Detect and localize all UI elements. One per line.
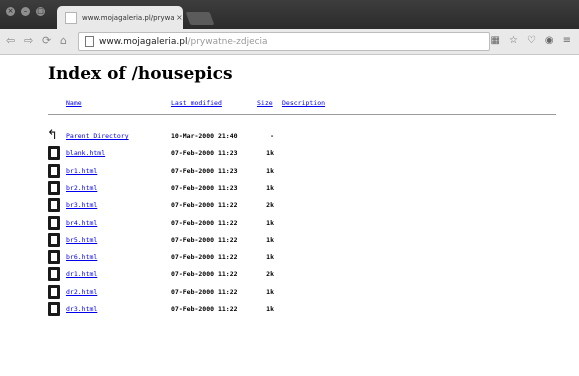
- file-link[interactable]: br1.html: [66, 167, 97, 175]
- extension-grid-icon[interactable]: ▦: [490, 34, 499, 48]
- modified-date: 07-Feb-2000 11:22: [171, 218, 238, 227]
- file-icon: [48, 198, 60, 213]
- file-link[interactable]: blank.html: [66, 149, 105, 157]
- forward-button[interactable]: ⇨: [24, 34, 33, 48]
- file-link[interactable]: br2.html: [66, 184, 97, 192]
- table-row: ↰ Parent Directory 10-Mar-2000 21:40 -: [0, 129, 579, 146]
- file-size: 1k: [266, 218, 274, 227]
- window-controls: × – □: [6, 7, 45, 16]
- home-button[interactable]: ⌂: [60, 34, 67, 48]
- browser-window: × – □ www.mojagaleria.pl/prywa × ⇦ ⇨ ⟳ ⌂…: [0, 0, 579, 376]
- file-icon: [48, 267, 60, 282]
- modified-date: 07-Feb-2000 11:22: [171, 235, 238, 244]
- menu-icon[interactable]: ≡: [563, 34, 571, 48]
- back-button[interactable]: ⇦: [6, 34, 15, 48]
- favicon-icon: [65, 11, 77, 24]
- file-link[interactable]: br4.html: [66, 219, 97, 227]
- file-size: 1k: [266, 183, 274, 192]
- column-header-name[interactable]: Name: [66, 99, 82, 107]
- modified-date: 07-Feb-2000 11:22: [171, 270, 238, 279]
- file-link[interactable]: br3.html: [66, 201, 97, 209]
- modified-date: 07-Feb-2000 11:22: [171, 253, 238, 262]
- minimize-window-button[interactable]: –: [21, 7, 30, 16]
- address-bar[interactable]: www.mojagaleria.pl /prywatne-zdjecia: [78, 32, 490, 51]
- table-row: br2.html 07-Feb-2000 11:23 1k: [0, 180, 579, 198]
- bookmark-star-icon[interactable]: ☆: [509, 34, 518, 48]
- table-row: br5.html 07-Feb-2000 11:22 1k: [0, 232, 579, 250]
- file-link[interactable]: Parent Directory: [66, 132, 129, 140]
- file-size: 1k: [266, 149, 274, 158]
- file-size: 1k: [266, 235, 274, 244]
- extension-icons: ▦ ☆ ♡ ◉ ≡: [490, 34, 571, 48]
- column-header-description[interactable]: Description: [282, 99, 325, 107]
- file-icon: [48, 163, 60, 178]
- url-domain: www.mojagaleria.pl: [99, 36, 188, 47]
- table-row: dr2.html 07-Feb-2000 11:22 1k: [0, 284, 579, 302]
- column-header-size[interactable]: Size: [257, 99, 273, 107]
- file-icon: [48, 250, 60, 265]
- modified-date: 07-Feb-2000 11:22: [171, 201, 238, 210]
- header-divider: [48, 114, 556, 115]
- tab-close-button[interactable]: ×: [176, 13, 183, 22]
- file-icon: [48, 232, 60, 247]
- back-icon: ↰: [47, 128, 58, 143]
- table-row: br1.html 07-Feb-2000 11:23 1k: [0, 163, 579, 181]
- reload-button[interactable]: ⟳: [42, 34, 51, 48]
- file-size: 1k: [266, 287, 274, 296]
- page-icon: [85, 36, 94, 47]
- file-icon: [48, 302, 60, 316]
- extension-shield-icon[interactable]: ♡: [527, 34, 536, 48]
- file-link[interactable]: dr2.html: [66, 288, 97, 296]
- close-window-button[interactable]: ×: [6, 7, 15, 16]
- browser-tab[interactable]: www.mojagaleria.pl/prywa ×: [57, 6, 183, 29]
- file-size: 1k: [266, 166, 274, 175]
- title-bar: × – □ www.mojagaleria.pl/prywa ×: [0, 0, 579, 29]
- browser-toolbar: ⇦ ⇨ ⟳ ⌂ www.mojagaleria.pl /prywatne-zdj…: [0, 29, 579, 55]
- page-content: Index of /housepics Name Last modified S…: [0, 55, 579, 376]
- table-row: blank.html 07-Feb-2000 11:23 1k: [0, 146, 579, 163]
- file-size: 1k: [266, 305, 274, 313]
- file-icon: [48, 146, 60, 161]
- url-path: /prywatne-zdjecia: [187, 36, 268, 47]
- file-icon: [48, 215, 60, 230]
- modified-date: 07-Feb-2000 11:22: [171, 287, 238, 296]
- table-row: dr3.html 07-Feb-2000 11:22 1k: [0, 302, 579, 319]
- file-icon: [48, 180, 60, 195]
- modified-date: 10-Mar-2000 21:40: [171, 132, 238, 140]
- file-link[interactable]: br5.html: [66, 236, 97, 244]
- column-header-modified[interactable]: Last modified: [171, 99, 222, 107]
- modified-date: 07-Feb-2000 11:23: [171, 149, 238, 158]
- page-title: Index of /housepics: [48, 64, 233, 84]
- maximize-window-button[interactable]: □: [36, 7, 45, 16]
- file-link[interactable]: br6.html: [66, 253, 97, 261]
- table-row: dr1.html 07-Feb-2000 11:22 2k: [0, 267, 579, 284]
- extension-globe-icon[interactable]: ◉: [545, 34, 554, 48]
- new-tab-button[interactable]: [185, 12, 215, 25]
- table-row: br4.html 07-Feb-2000 11:22 1k: [0, 215, 579, 233]
- modified-date: 07-Feb-2000 11:23: [171, 183, 238, 192]
- file-size: 2k: [266, 201, 274, 210]
- modified-date: 07-Feb-2000 11:23: [171, 166, 238, 175]
- file-link[interactable]: dr3.html: [66, 305, 97, 313]
- table-row: br3.html 07-Feb-2000 11:22 2k: [0, 198, 579, 215]
- file-icon: [48, 284, 60, 299]
- file-size: 1k: [266, 253, 274, 262]
- file-link[interactable]: dr1.html: [66, 270, 97, 278]
- tab-title: www.mojagaleria.pl/prywa: [82, 13, 174, 22]
- table-row: br6.html 07-Feb-2000 11:22 1k: [0, 250, 579, 267]
- modified-date: 07-Feb-2000 11:22: [171, 305, 238, 313]
- file-size: 2k: [266, 270, 274, 279]
- file-size: -: [270, 132, 274, 140]
